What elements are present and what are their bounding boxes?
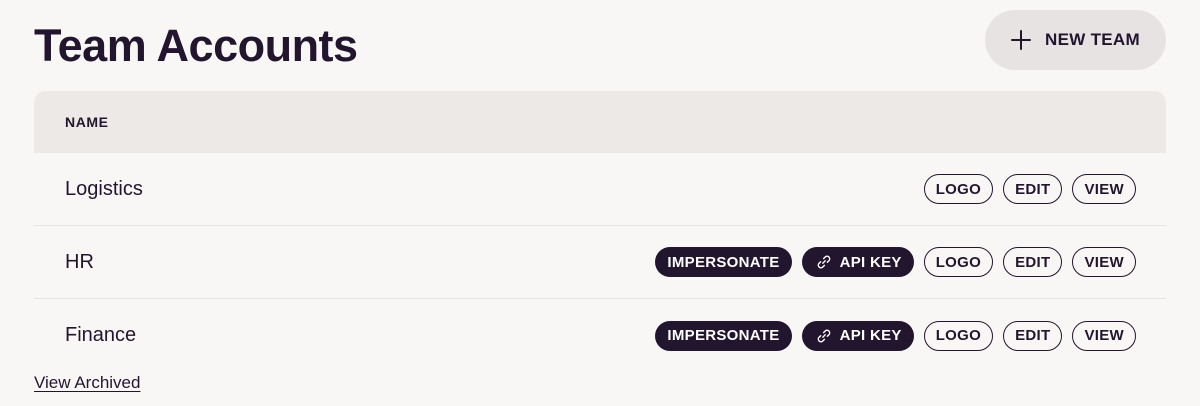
- row-actions: IMPERSONATE API KEY LOGO EDIT VIEW: [655, 320, 1136, 351]
- plus-icon: [1011, 30, 1032, 50]
- row-actions: IMPERSONATE API KEY LOGO EDIT VIEW: [655, 247, 1136, 277]
- impersonate-button[interactable]: IMPERSONATE: [655, 320, 792, 351]
- column-header-name: NAME: [65, 114, 109, 130]
- new-team-label: NEW TEAM: [1045, 30, 1140, 49]
- edit-button[interactable]: EDIT: [1003, 320, 1063, 351]
- link-icon: [817, 329, 830, 342]
- team-name: Logistics: [65, 177, 143, 200]
- view-archived-link[interactable]: View Archived: [34, 373, 140, 393]
- impersonate-button[interactable]: IMPERSONATE: [655, 247, 792, 277]
- view-button[interactable]: VIEW: [1072, 320, 1136, 351]
- link-icon: [817, 255, 830, 269]
- page-title: Team Accounts: [34, 20, 358, 71]
- row-actions: LOGO EDIT VIEW: [923, 174, 1136, 204]
- team-name: Finance: [65, 324, 137, 346]
- api-key-button[interactable]: API KEY: [801, 247, 914, 277]
- edit-button[interactable]: EDIT: [1003, 174, 1063, 204]
- table-row: Finance IMPERSONATE API KEY LOGO EDIT VI…: [34, 299, 1166, 372]
- view-button[interactable]: VIEW: [1072, 247, 1136, 277]
- api-key-label: API KEY: [839, 327, 902, 344]
- new-team-button[interactable]: NEW TEAM: [985, 10, 1166, 70]
- edit-button[interactable]: EDIT: [1003, 247, 1063, 277]
- table-row: Logistics LOGO EDIT VIEW: [34, 153, 1166, 226]
- logo-button[interactable]: LOGO: [923, 320, 994, 351]
- table-row: HR IMPERSONATE API KEY LOGO EDIT VIEW: [34, 226, 1166, 299]
- table-header: NAME: [34, 91, 1166, 153]
- team-table: NAME Logistics LOGO EDIT VIEW HR IMPERSO…: [34, 91, 1166, 372]
- api-key-button[interactable]: API KEY: [801, 320, 914, 351]
- logo-button[interactable]: LOGO: [923, 247, 994, 277]
- logo-button[interactable]: LOGO: [923, 174, 994, 204]
- view-button[interactable]: VIEW: [1072, 174, 1136, 204]
- team-name: HR: [65, 250, 94, 273]
- api-key-label: API KEY: [839, 253, 902, 271]
